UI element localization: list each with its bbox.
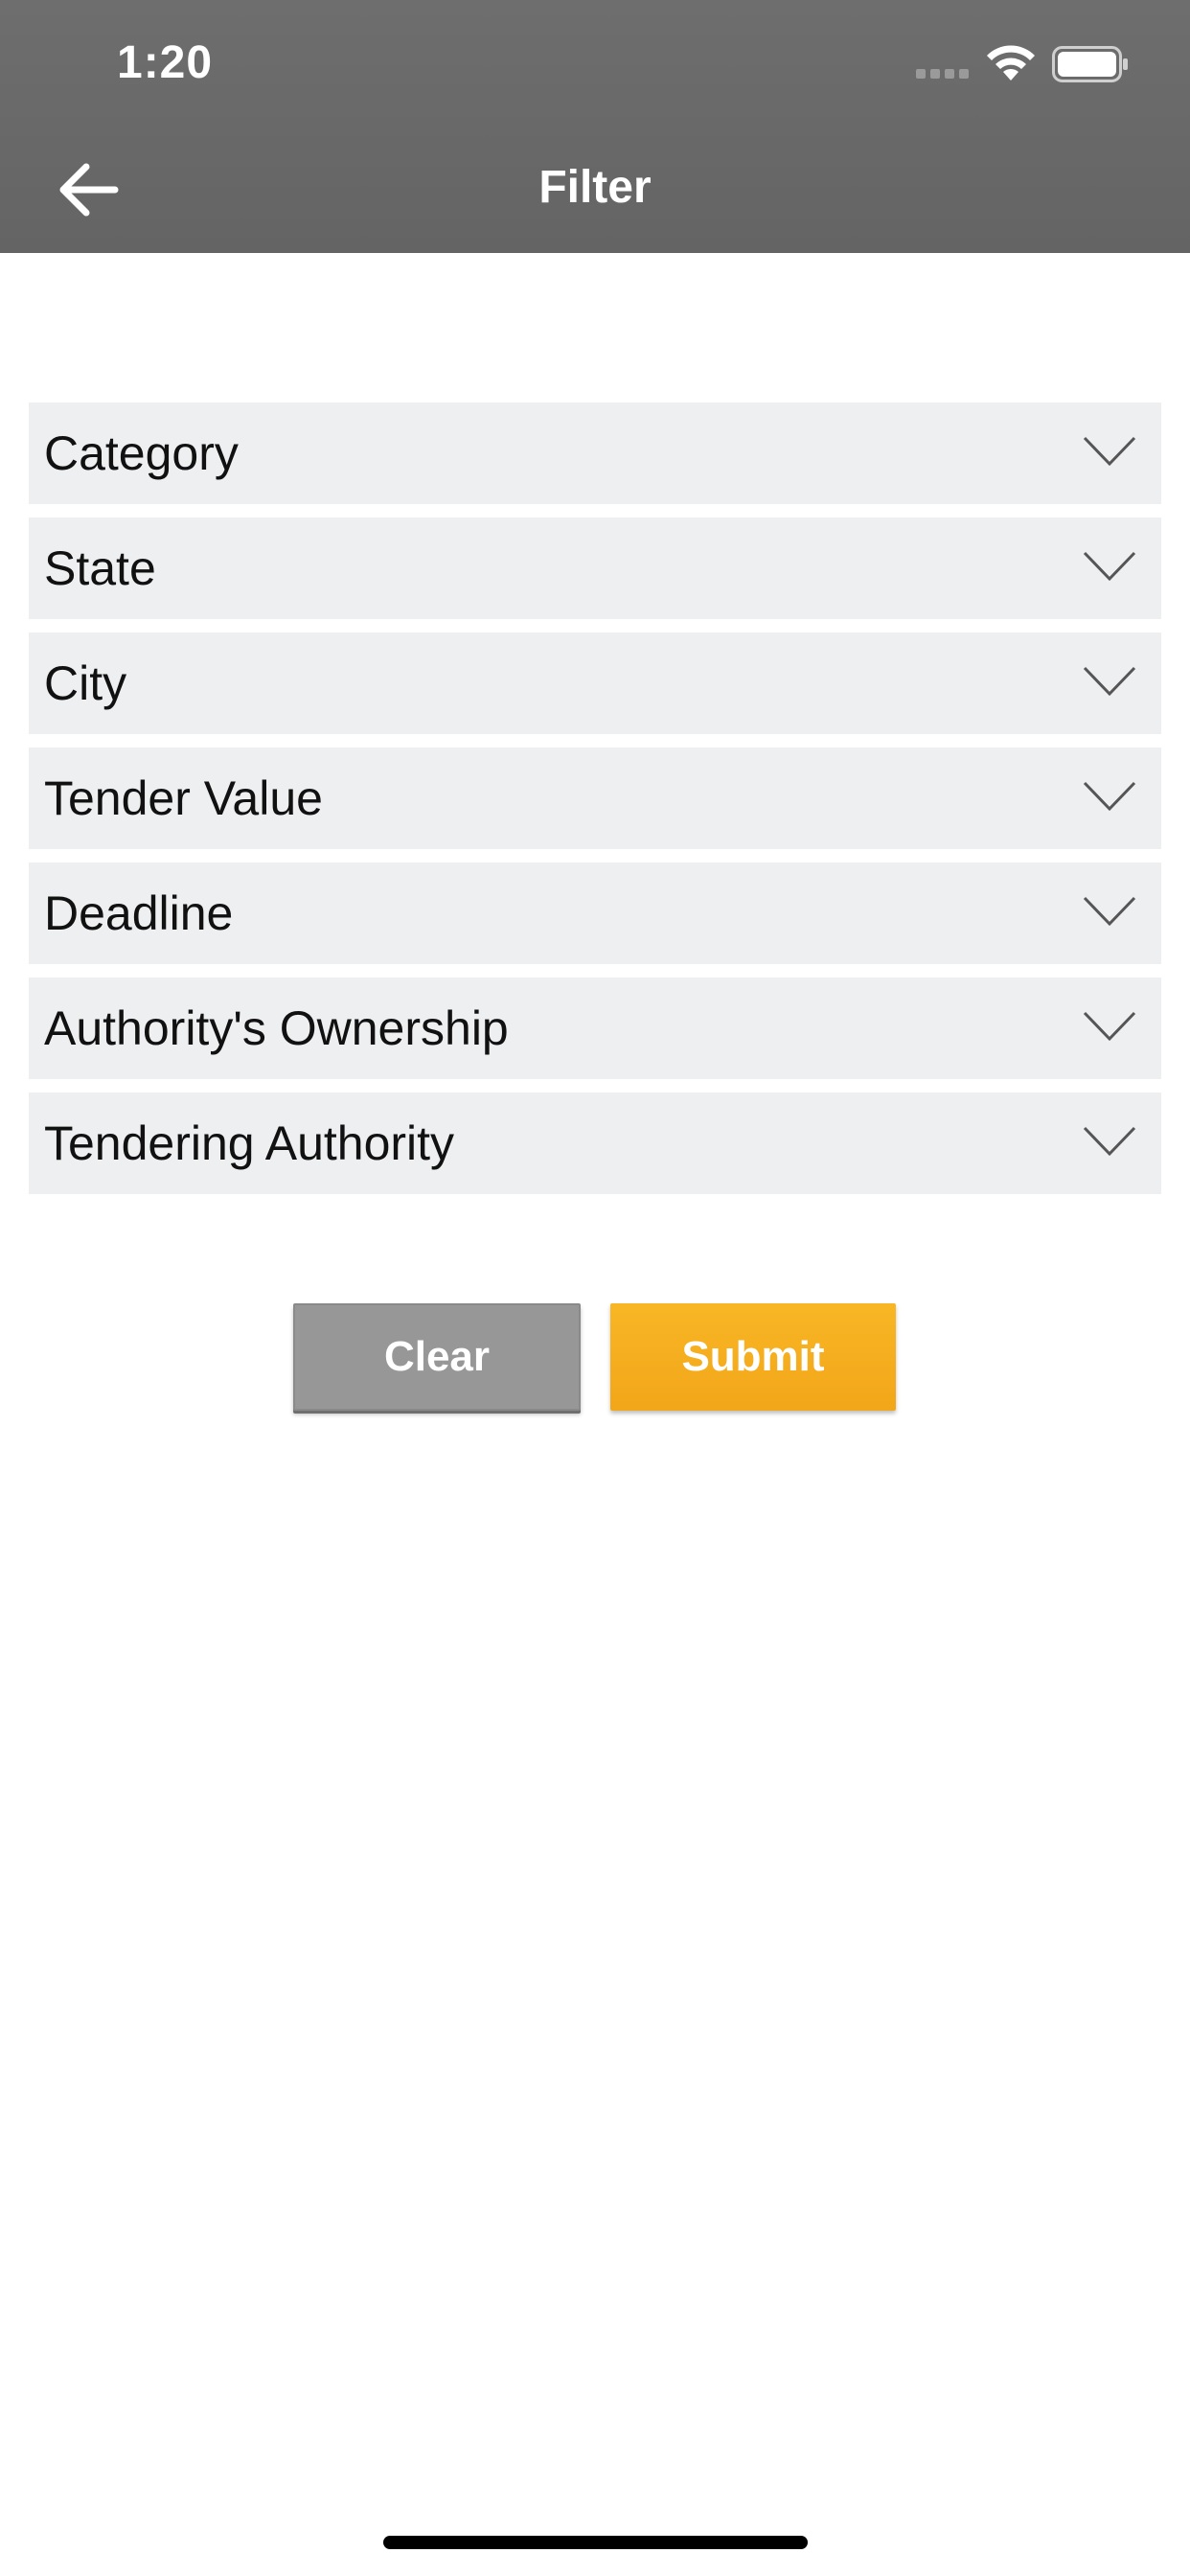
- cellular-signal-icon: [916, 69, 969, 79]
- chevron-down-icon: [1083, 436, 1136, 467]
- chevron-down-icon: [1083, 1011, 1136, 1042]
- filter-item-state[interactable]: State: [29, 518, 1161, 619]
- filter-label: Tendering Authority: [44, 1116, 455, 1170]
- filter-item-tender-value[interactable]: Tender Value: [29, 748, 1161, 849]
- top-bar: 1:20 Filter: [0, 0, 1190, 253]
- wifi-icon: [987, 45, 1035, 80]
- home-indicator: [383, 2536, 808, 2549]
- filter-item-category[interactable]: Category: [29, 402, 1161, 504]
- battery-icon: [1052, 46, 1128, 82]
- filter-screen: 1:20 Filter Category State City Tender V…: [0, 0, 1190, 2576]
- filter-label: Deadline: [44, 886, 234, 940]
- chevron-down-icon: [1083, 666, 1136, 697]
- status-time: 1:20: [117, 37, 214, 88]
- clear-button[interactable]: Clear: [293, 1303, 581, 1411]
- filter-label: Authority's Ownership: [44, 1001, 509, 1055]
- filter-item-city[interactable]: City: [29, 632, 1161, 734]
- filter-item-authority-ownership[interactable]: Authority's Ownership: [29, 978, 1161, 1079]
- filter-item-deadline[interactable]: Deadline: [29, 862, 1161, 964]
- filter-label: State: [44, 541, 156, 595]
- chevron-down-icon: [1083, 551, 1136, 582]
- page-title: Filter: [538, 162, 652, 213]
- chevron-down-icon: [1083, 781, 1136, 812]
- filter-item-tendering-authority[interactable]: Tendering Authority: [29, 1092, 1161, 1194]
- action-buttons: Clear Submit: [293, 1303, 897, 1418]
- chevron-down-icon: [1083, 1126, 1136, 1157]
- filter-list: Category State City Tender Value Deadlin…: [29, 402, 1161, 1208]
- submit-button[interactable]: Submit: [610, 1303, 896, 1411]
- filter-label: Category: [44, 426, 239, 480]
- chevron-down-icon: [1083, 896, 1136, 927]
- filter-label: Tender Value: [44, 771, 323, 825]
- filter-label: City: [44, 656, 127, 710]
